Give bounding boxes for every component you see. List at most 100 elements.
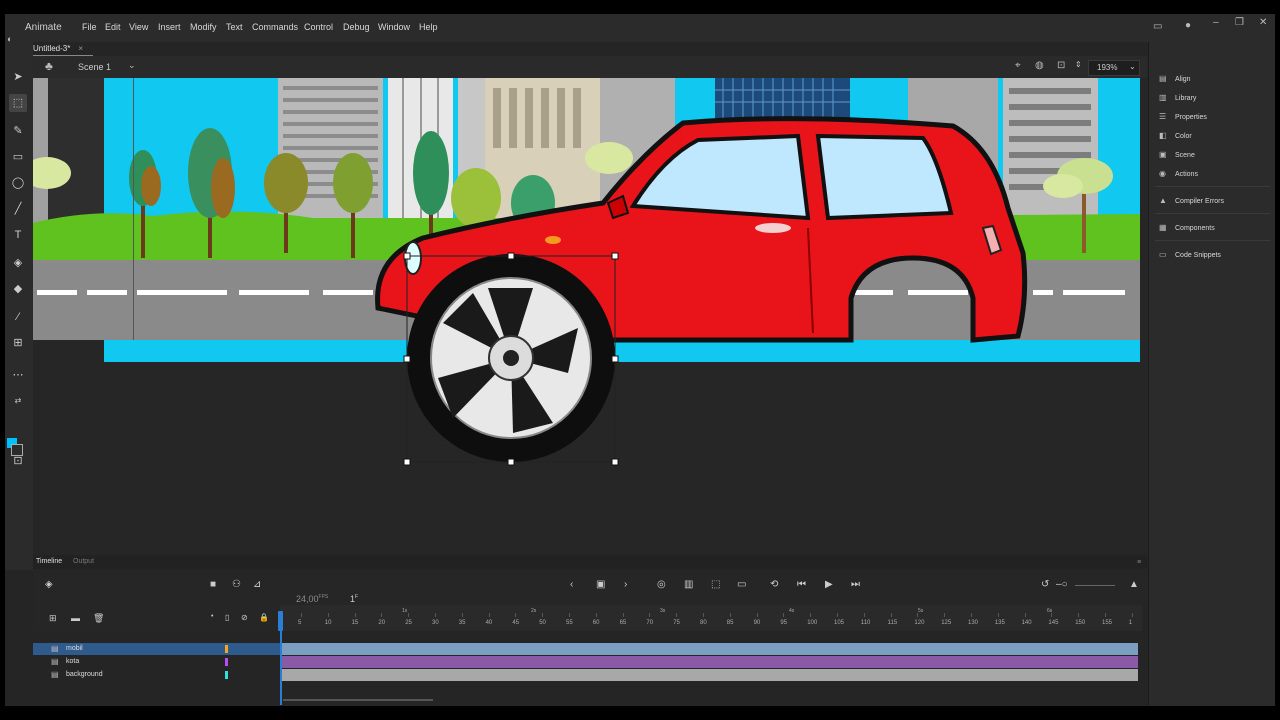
text-tool-icon[interactable]: T <box>9 226 27 244</box>
new-layer-icon[interactable]: ⊞ <box>49 613 57 624</box>
panel-code-snippets[interactable]: ▭ Code Snippets <box>1159 250 1221 264</box>
rectangle-tool-icon[interactable]: ▭ <box>9 148 27 166</box>
layer-color-chip[interactable] <box>225 658 228 666</box>
panel-properties[interactable]: ☰ Properties <box>1159 112 1207 126</box>
center-stage-icon[interactable]: ⌖ <box>1015 60 1021 71</box>
motion-tween-icon[interactable]: ⬚ <box>711 579 720 590</box>
stage-area[interactable] <box>33 78 1147 560</box>
shape-tween-icon[interactable]: ▭ <box>737 579 746 590</box>
ruler-tick-mark <box>408 613 410 617</box>
scene-dropdown-icon[interactable]: ⌄ <box>128 60 136 71</box>
frame-track-background[interactable] <box>280 669 1138 681</box>
panel-scene[interactable]: ▣ Scene <box>1159 150 1195 164</box>
prev-keyframe-icon[interactable]: ‹ <box>570 579 573 590</box>
frame-track-mobil[interactable] <box>280 643 1138 655</box>
menu-commands[interactable]: Commands <box>252 22 298 32</box>
onion-skin-icon[interactable]: ◎ <box>657 579 666 590</box>
menu-insert[interactable]: Insert <box>158 22 181 32</box>
outline-layer-icon[interactable]: ▯ <box>225 613 229 622</box>
menu-control[interactable]: Control <box>304 22 333 32</box>
step-back-icon[interactable]: ⏮ <box>797 579 806 590</box>
edit-symbols-icon[interactable]: ♣ <box>45 59 53 73</box>
timeline-menu-icon[interactable]: ≡ <box>1137 559 1141 566</box>
tab-close-icon[interactable]: × <box>78 44 83 53</box>
zoom-dropdown-icon[interactable]: ⌄ <box>1129 62 1136 71</box>
edit-multiple-frames-icon[interactable]: ▥ <box>684 579 693 590</box>
playhead[interactable] <box>278 611 283 705</box>
lock-layer-icon[interactable]: 🔒 <box>259 613 269 622</box>
timeline-horizontal-scrollbar[interactable] <box>283 699 433 701</box>
layer-color-chip[interactable] <box>225 671 228 679</box>
selection-tool-icon[interactable]: ➤ <box>9 68 27 86</box>
clip-icon[interactable]: ◍ <box>1035 60 1044 71</box>
play-publish-icon[interactable]: ● <box>1185 20 1191 31</box>
oval-tool-icon[interactable]: ◯ <box>9 174 27 192</box>
panel-library-label: Library <box>1175 95 1197 102</box>
play-icon[interactable]: ▶ <box>825 579 833 590</box>
frames-area[interactable]: 5 10 15 20 25 30 35 40 45 50 55 60 65 70 75 80 85 90 95 100… <box>278 605 1142 705</box>
menu-help[interactable]: Help <box>419 22 438 32</box>
panel-components[interactable]: ▦ Components <box>1159 223 1215 237</box>
scene-label[interactable]: Scene 1 <box>78 62 111 72</box>
current-frame-display[interactable]: 1F <box>350 594 358 604</box>
line-tool-icon[interactable]: ╱ <box>9 200 27 218</box>
delete-layer-icon[interactable]: 🗑 <box>93 613 104 624</box>
camera-tool-icon[interactable]: ⊞ <box>9 334 27 352</box>
free-transform-tool-icon[interactable]: ⬚ <box>9 94 27 112</box>
zoom-slider-icon[interactable]: –○ <box>1056 579 1068 590</box>
zoom-slider-track[interactable] <box>1075 585 1115 586</box>
eyedropper-tool-icon[interactable]: ⁄ <box>9 308 27 326</box>
step-forward-icon[interactable]: ⏭ <box>851 579 860 590</box>
ruler-tick-label: 20 <box>378 620 386 626</box>
paint-bucket-tool-icon[interactable]: ◈ <box>9 254 27 272</box>
brush-tool-icon[interactable]: ✎ <box>9 122 27 140</box>
zoom-field[interactable]: 193% ⌄ <box>1088 60 1140 76</box>
camera-icon[interactable]: ■ <box>210 579 216 590</box>
frame-ruler[interactable]: 5 10 15 20 25 30 35 40 45 50 55 60 65 70 75 80 85 90 95 100… <box>280 605 1142 631</box>
panel-color[interactable]: ◧ Color <box>1159 131 1192 145</box>
center-frame-icon[interactable]: ↺ <box>1041 579 1049 590</box>
eraser-tool-icon[interactable]: ◆ <box>9 280 27 298</box>
frame-track-kota[interactable] <box>280 656 1138 668</box>
loop-icon[interactable]: ⟲ <box>770 579 778 590</box>
playhead-handle[interactable] <box>278 611 283 631</box>
close-icon[interactable]: ✕ <box>1259 17 1267 28</box>
hide-layer-icon[interactable]: ⊘ <box>241 613 248 622</box>
menu-text[interactable]: Text <box>226 22 243 32</box>
menu-file[interactable]: File <box>82 22 97 32</box>
insert-keyframe-icon[interactable]: ▣ <box>596 579 605 590</box>
menu-modify[interactable]: Modify <box>190 22 217 32</box>
panel-compiler-errors[interactable]: ▲ Compiler Errors <box>1159 196 1224 210</box>
swap-colors-icon[interactable]: ⇄ <box>9 392 27 410</box>
more-tools-icon[interactable]: ⋯ <box>9 366 27 384</box>
menu-view[interactable]: View <box>129 22 148 32</box>
next-keyframe-icon[interactable]: › <box>624 579 627 590</box>
layer-row[interactable]: ▤ mobil <box>33 643 280 655</box>
menu-debug[interactable]: Debug <box>343 22 370 32</box>
layer-color-chip[interactable] <box>225 645 228 653</box>
highlight-layer-icon[interactable]: • <box>211 613 213 620</box>
stage-canvas[interactable] <box>33 78 1147 560</box>
menu-edit[interactable]: Edit <box>105 22 121 32</box>
layer-row[interactable]: ▤ background <box>33 669 280 681</box>
tab-timeline[interactable]: Timeline <box>36 558 62 565</box>
panel-layout-icon[interactable]: ▭ <box>1153 21 1162 32</box>
fps-display[interactable]: 24,00FPS <box>296 594 328 604</box>
minimize-icon[interactable]: – <box>1213 17 1219 28</box>
tab-untitled-3[interactable]: Untitled-3* × <box>33 44 83 53</box>
new-folder-icon[interactable]: ▬ <box>71 613 80 623</box>
tab-output[interactable]: Output <box>73 558 94 565</box>
menu-window[interactable]: Window <box>378 22 410 32</box>
snap-icon[interactable]: ⊡ <box>9 452 27 470</box>
fit-stage-icon[interactable]: ⊡ <box>1057 60 1065 71</box>
graph-icon[interactable]: ⊿ <box>253 579 261 590</box>
panel-align[interactable]: ▤ Align <box>1159 74 1191 88</box>
layer-row[interactable]: ▤ kota <box>33 656 280 668</box>
panel-library[interactable]: ▥ Library <box>1159 93 1196 107</box>
panel-actions[interactable]: ◉ Actions <box>1159 169 1198 183</box>
zoom-stepper-icon[interactable]: ⇕ <box>1075 60 1082 69</box>
zoom-fit-icon[interactable]: ▲ <box>1129 579 1139 590</box>
layers-stack-icon[interactable]: ◈ <box>45 579 53 590</box>
layer-parenting-icon[interactable]: ⚇ <box>232 579 241 590</box>
restore-icon[interactable]: ❐ <box>1235 17 1244 28</box>
